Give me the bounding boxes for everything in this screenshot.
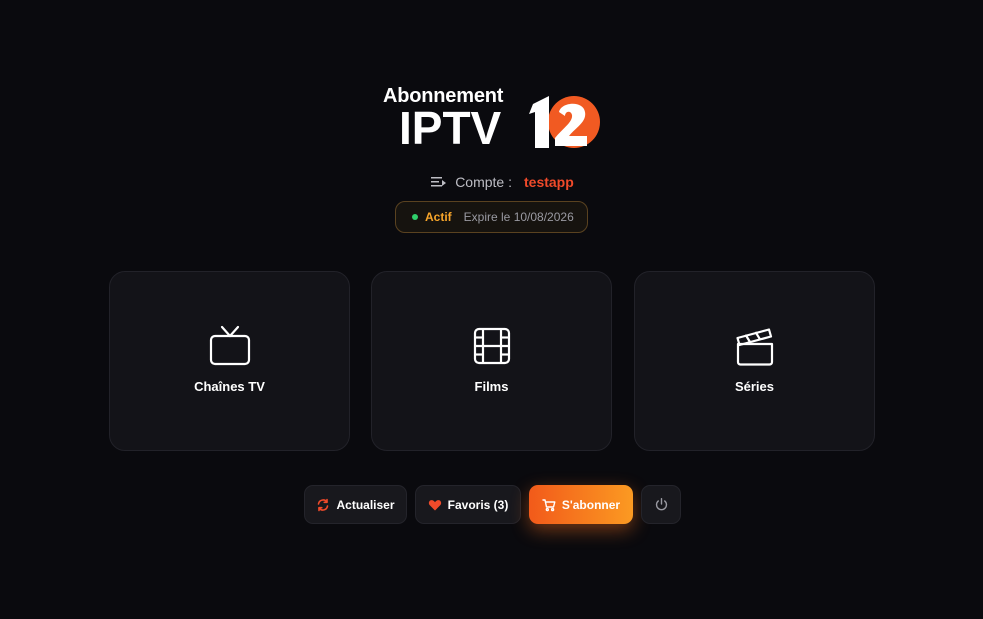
card-films[interactable]: Films xyxy=(371,271,612,451)
clapperboard-icon xyxy=(735,328,773,366)
refresh-icon xyxy=(318,498,329,511)
account-info: Compte : testapp xyxy=(0,172,983,192)
favorites-button[interactable]: Favoris (3) xyxy=(415,485,521,524)
card-live-tv[interactable]: Chaînes TV xyxy=(109,271,350,451)
refresh-button-label: Actualiser xyxy=(336,497,395,512)
status-expiry: Expire le 10/08/2026 xyxy=(463,210,574,224)
favorites-button-label: Favoris (3) xyxy=(447,497,509,512)
subscribe-button-label: S'abonner xyxy=(561,497,621,512)
account-label: Compte : xyxy=(455,174,512,190)
film-icon xyxy=(473,327,510,365)
card-label-series: Séries xyxy=(734,379,775,394)
card-series[interactable]: Séries xyxy=(634,271,875,451)
power-icon xyxy=(655,497,667,511)
card-label-live-tv: Chaînes TV xyxy=(194,379,265,394)
account-list-icon xyxy=(431,177,447,187)
subscription-status-badge: Actif Expire le 10/08/2026 xyxy=(395,201,588,233)
status-state: Actif xyxy=(425,210,452,224)
app-logo: Abonnement IPTV xyxy=(383,84,605,154)
heart-icon xyxy=(428,499,441,510)
tv-icon xyxy=(209,325,250,366)
account-username: testapp xyxy=(524,174,574,190)
subscribe-button[interactable]: S'abonner xyxy=(529,485,633,524)
card-label-films: Films xyxy=(474,379,509,394)
logo-badge-icon xyxy=(529,96,600,148)
refresh-button[interactable]: Actualiser xyxy=(304,485,407,524)
power-button[interactable] xyxy=(641,485,681,524)
status-dot-icon xyxy=(412,214,418,220)
cart-icon xyxy=(542,498,556,511)
logo-main-text: IPTV xyxy=(399,102,502,154)
home-screen: Abonnement IPTV Compte : testapp Actif E… xyxy=(0,0,983,619)
